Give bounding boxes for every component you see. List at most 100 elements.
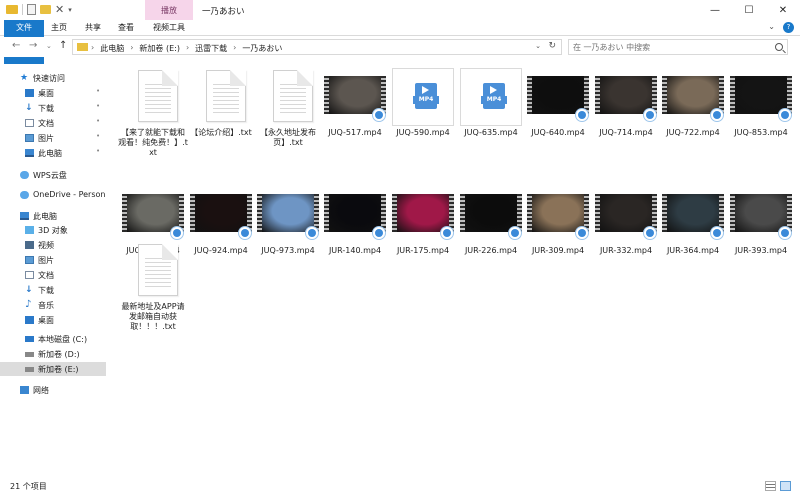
file-name: JUR-364.mp4 [666,246,720,255]
sidebar-item[interactable]: 图片 [0,253,106,267]
breadcrumb-item[interactable]: 新加卷 (E:) [139,43,180,54]
default-player-badge-icon [372,108,386,122]
tab-share[interactable]: 共享 [78,20,108,36]
text-lines [213,81,239,115]
video-thumbnail [322,182,388,244]
star-icon: ★ [20,73,29,83]
details-view-button[interactable] [765,481,776,491]
file-item[interactable]: 【来了就能下载和观看！纯免费！】.txt [118,64,188,164]
file-item[interactable]: JUQ-924.mp4 [188,182,254,282]
sidebar-item[interactable]: 图片 • [0,131,106,145]
video-thumbnail [660,64,726,126]
default-player-badge-icon [238,226,252,240]
file-item[interactable]: JUR-393.mp4 [728,182,794,282]
search-box[interactable] [568,39,788,55]
address-bar[interactable]: › 此电脑 › 新加卷 (E:) › 迅雷下载 › 一乃あおい ⌄ ↻ [72,39,562,55]
recent-locations-button[interactable]: ⌄ [46,42,52,50]
file-item[interactable]: JUQ-973.mp4 [255,182,321,282]
delete-icon[interactable]: ✕ [55,4,64,15]
file-item[interactable]: MP4 JUQ-590.mp4 [390,64,456,164]
properties-icon[interactable] [27,4,36,15]
default-player-badge-icon [643,108,657,122]
file-item[interactable]: JUQ-640.mp4 [525,64,591,164]
context-tab-label: 播放 [161,6,177,15]
help-icon[interactable]: ? [783,22,794,33]
sidebar-item[interactable]: 新加卷 (E:) [0,362,106,376]
file-name: 【论坛介绍】.txt [190,128,252,137]
file-item[interactable]: JUR-364.mp4 [660,182,726,282]
sidebar-item-label: 3D 对象 [38,226,68,235]
large-icons-view-button[interactable] [780,481,791,491]
video-thumbnail [660,182,726,244]
pictures-icon [25,256,34,264]
file-item[interactable]: 最新地址及APP请发邮箱自动获取！！！.txt [120,238,186,338]
breadcrumb-item[interactable]: 迅雷下载 [195,43,227,54]
video-file-icon: MP4 [413,83,439,109]
document-page [273,70,313,122]
sidebar-item[interactable]: 此电脑 [0,209,106,223]
file-name: 最新地址及APP请发邮箱自动获取！！！.txt [121,302,185,331]
customize-toolbar-icon[interactable]: ▾ [68,6,72,14]
sidebar-item[interactable]: ♪ 音乐 [0,298,106,312]
separator [22,4,23,15]
file-name: JUR-226.mp4 [464,246,518,255]
up-button[interactable]: ↑ [59,40,67,51]
default-player-badge-icon [508,226,522,240]
sidebar-item[interactable]: ↓ 下载 [0,283,106,297]
file-item[interactable]: JUQ-714.mp4 [593,64,659,164]
maximize-button[interactable]: ☐ [732,0,766,20]
sidebar-item-label: 此电脑 [38,149,62,158]
sidebar-item[interactable]: 视频 [0,238,106,252]
document-icon [25,271,34,279]
sidebar-item-label: 快速访问 [33,74,65,83]
3d-objects-icon [25,226,34,234]
navigation-pane: ★ 快速访问桌面 • ↓ 下载 • 文档 • 图片 • 此电脑 • WPS云盘 OneDrive - Pe… [0,64,106,478]
tab-home[interactable]: 主页 [44,20,74,36]
video-frame [262,194,314,232]
video-frame [329,194,381,232]
file-item[interactable]: JUQ-722.mp4 [660,64,726,164]
file-item[interactable]: JUR-175.mp4 [390,182,456,282]
minimize-button[interactable]: — [698,0,732,20]
file-item[interactable]: JUR-226.mp4 [458,182,524,282]
file-item[interactable]: 【永久地址发布页】.txt [255,64,321,164]
default-player-badge-icon [440,226,454,240]
sidebar-item[interactable]: 本地磁盘 (C:) [0,332,106,346]
document-page [138,70,178,122]
video-thumbnail [188,182,254,244]
sidebar-item[interactable]: ★ 快速访问 [0,71,106,85]
sidebar-item[interactable]: 此电脑 • [0,146,106,160]
sidebar-item[interactable]: 桌面 • [0,86,106,100]
sidebar-item[interactable]: OneDrive - Persona [0,188,106,202]
play-icon [422,86,429,94]
breadcrumb-item[interactable]: 此电脑 [100,43,124,54]
sidebar-item[interactable]: 新加卷 (D:) [0,347,106,361]
file-item[interactable]: 【论坛介绍】.txt [188,64,254,164]
file-item[interactable]: JUR-332.mp4 [593,182,659,282]
tab-view[interactable]: 查看 [111,20,141,36]
file-item[interactable]: JUR-140.mp4 [322,182,388,282]
new-folder-icon[interactable] [40,5,51,14]
address-dropdown-icon[interactable]: ⌄ [535,42,541,50]
file-item[interactable]: JUQ-853.mp4 [728,64,794,164]
sidebar-item[interactable]: 文档 • [0,116,106,130]
tab-video-tools[interactable]: 视频工具 [145,20,193,36]
breadcrumb-item[interactable]: 一乃あおい [242,43,282,54]
close-button[interactable]: ✕ [766,0,800,20]
sidebar-item[interactable]: 文档 [0,268,106,282]
sidebar-item[interactable]: WPS云盘 [0,168,106,182]
sidebar-item[interactable]: 桌面 [0,313,106,327]
sidebar-item[interactable]: 网络 [0,383,106,397]
search-icon[interactable] [775,43,783,51]
file-item[interactable]: JUR-309.mp4 [525,182,591,282]
expand-ribbon-icon[interactable]: ⌄ [768,22,775,33]
back-button[interactable]: ← [12,40,20,51]
icon-frame: MP4 [460,68,522,126]
forward-button[interactable]: → [29,40,37,51]
sidebar-item[interactable]: ↓ 下载 • [0,101,106,115]
sidebar-item[interactable]: 3D 对象 [0,223,106,237]
search-input[interactable] [573,42,763,53]
refresh-icon[interactable]: ↻ [548,41,556,51]
file-item[interactable]: MP4 JUQ-635.mp4 [458,64,524,164]
file-item[interactable]: JUQ-517.mp4 [322,64,388,164]
